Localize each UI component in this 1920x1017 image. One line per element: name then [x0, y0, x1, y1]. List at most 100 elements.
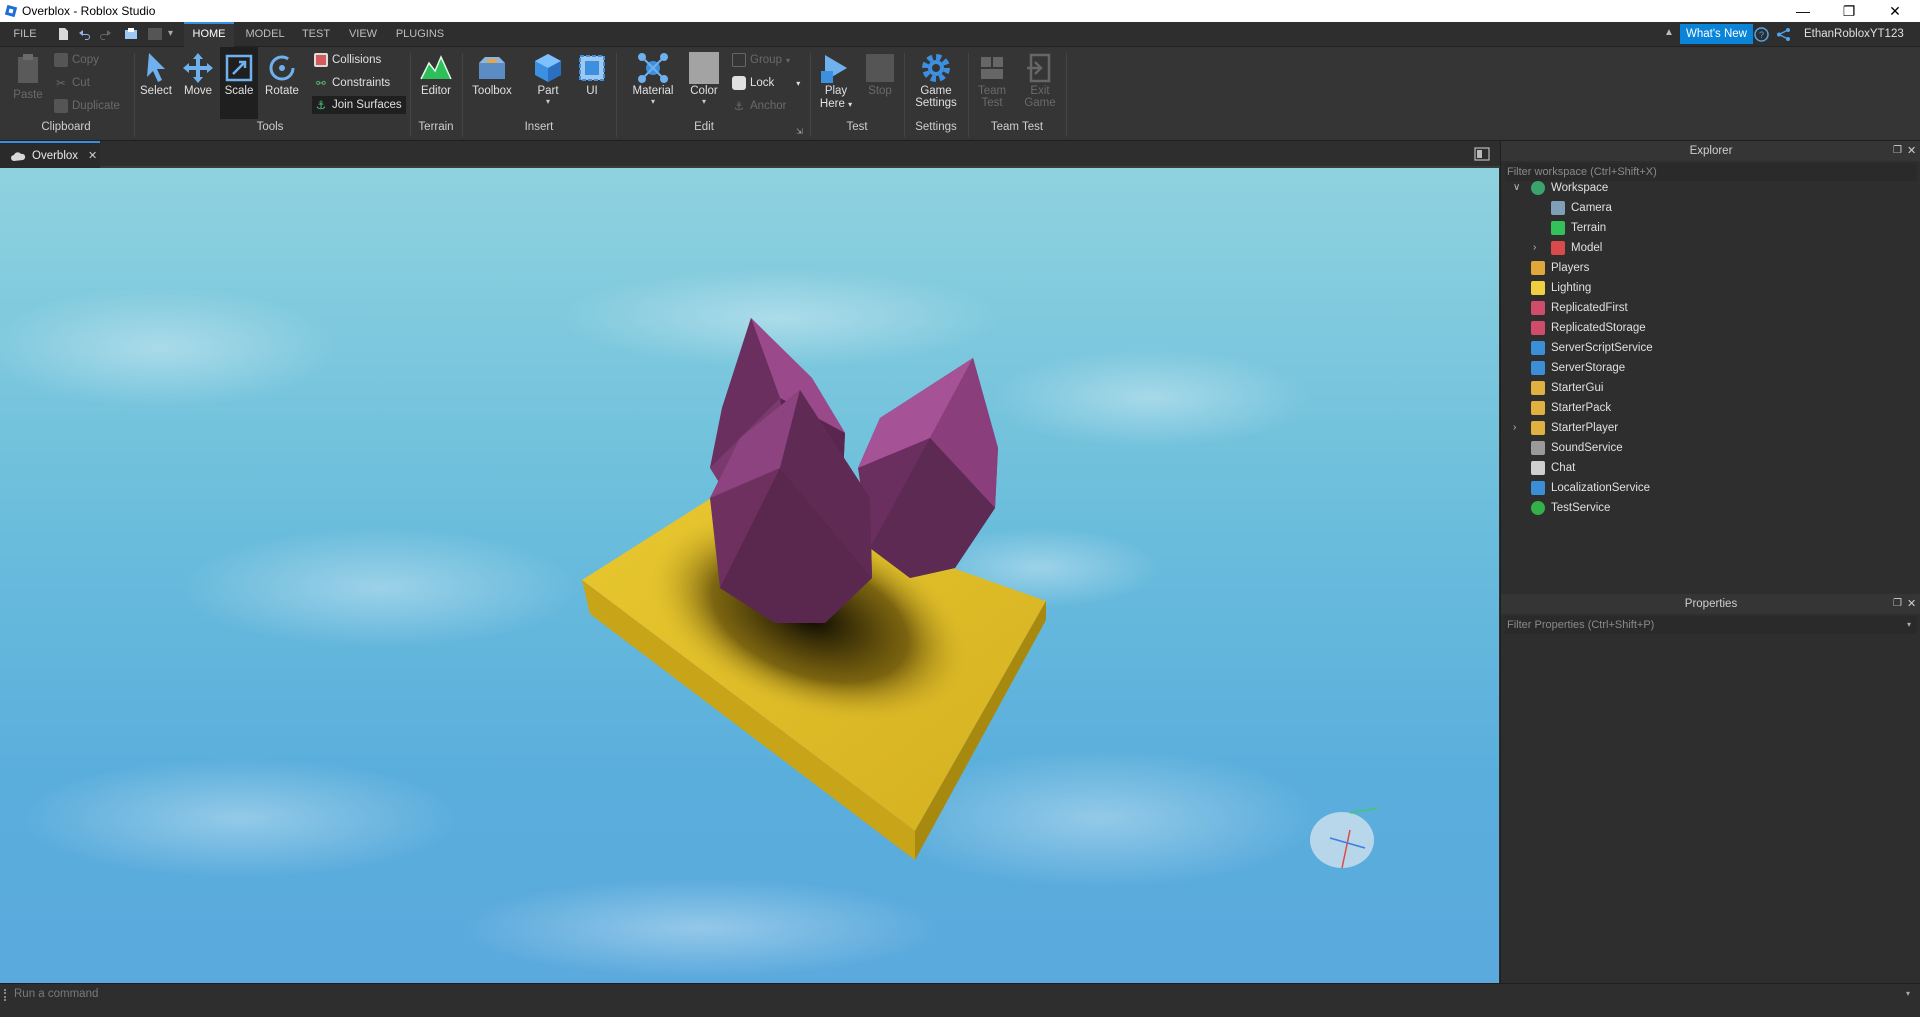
lighting-icon: [1531, 281, 1545, 295]
undo-icon[interactable]: [78, 27, 92, 41]
explorer-item-label: StarterPack: [1551, 402, 1612, 414]
color-button[interactable]: Color ▾: [684, 51, 724, 106]
explorer-close-icon[interactable]: ✕: [1907, 141, 1916, 161]
group-icon: [732, 53, 746, 67]
explorer-item-replicatedfirst[interactable]: ReplicatedFirst: [1531, 298, 1628, 318]
close-icon[interactable]: ✕: [1872, 0, 1918, 22]
exit-game-button[interactable]: Exit Game: [1018, 51, 1062, 109]
select-button[interactable]: Select: [138, 51, 174, 97]
tab-model[interactable]: MODEL: [240, 22, 290, 47]
constraints-toggle[interactable]: ⚯ Constraints: [314, 76, 390, 90]
cut-button[interactable]: ✂ Cut: [54, 76, 90, 90]
fullscreen-toggle-icon[interactable]: [1474, 147, 1490, 161]
tree-collapse-icon[interactable]: ∨: [1513, 182, 1520, 193]
duplicate-button[interactable]: Duplicate: [54, 99, 120, 113]
tab-close-icon[interactable]: ✕: [88, 149, 97, 162]
explorer-item-localizationservice[interactable]: LocalizationService: [1531, 478, 1650, 498]
copy-icon: [54, 53, 68, 67]
help-icon[interactable]: ?: [1754, 27, 1769, 42]
tree-expand-icon[interactable]: ›: [1513, 422, 1516, 433]
explorer-item-serverscriptservice[interactable]: ServerScriptService: [1531, 338, 1653, 358]
team-test-icon: [981, 57, 1003, 79]
chat-icon: [1531, 461, 1545, 475]
terrain-editor-button[interactable]: Editor: [414, 51, 458, 97]
play-dropdown-icon[interactable]: ▾: [848, 100, 852, 109]
lock-button[interactable]: Lock ▾: [732, 76, 800, 90]
scale-button[interactable]: Scale: [220, 47, 258, 119]
explorer-item-startergui[interactable]: StarterGui: [1531, 378, 1603, 398]
explorer-item-soundservice[interactable]: SoundService: [1531, 438, 1623, 458]
view-selector-cube[interactable]: [1310, 807, 1379, 869]
color-dropdown-icon[interactable]: ▾: [684, 97, 724, 106]
collisions-toggle[interactable]: Collisions: [314, 53, 381, 67]
new-file-icon[interactable]: [56, 27, 70, 41]
edit-settings-expander-icon[interactable]: ⇲: [796, 127, 803, 136]
properties-filter-dropdown-icon[interactable]: ▾: [1907, 616, 1911, 634]
command-bar[interactable]: Run a command ▾: [0, 983, 1920, 1005]
explorer-item-replicatedstorage[interactable]: ReplicatedStorage: [1531, 318, 1646, 338]
tab-overblox[interactable]: Overblox ✕: [0, 141, 100, 168]
constraints-icon: ⚯: [316, 78, 326, 90]
explorer-item-lighting[interactable]: Lighting: [1531, 278, 1591, 298]
ui-button[interactable]: UI: [572, 51, 612, 97]
lock-dropdown-icon[interactable]: ▾: [796, 79, 800, 88]
copy-button[interactable]: Copy: [54, 53, 99, 67]
edit-group-label: Edit: [694, 121, 714, 133]
command-input[interactable]: Run a command: [14, 988, 98, 1000]
part-dropdown-icon[interactable]: ▾: [526, 97, 570, 106]
team-test-button[interactable]: Team Test: [972, 51, 1012, 109]
tab-plugins[interactable]: PLUGINS: [392, 22, 448, 47]
explorer-item-players[interactable]: Players: [1531, 258, 1589, 278]
explorer-item-workspace[interactable]: Workspace: [1531, 178, 1608, 198]
move-button[interactable]: Move: [178, 51, 218, 97]
tab-test[interactable]: TEST: [296, 22, 336, 47]
explorer-item-starterplayer[interactable]: StarterPlayer: [1531, 418, 1618, 438]
share-icon[interactable]: [1776, 27, 1791, 42]
properties-float-icon[interactable]: ❐: [1893, 594, 1902, 614]
play-here-button[interactable]: Play Here ▾: [814, 51, 858, 112]
material-dropdown-icon[interactable]: ▾: [626, 97, 680, 106]
toolbox-button[interactable]: Toolbox: [466, 51, 518, 97]
quick-access-icon[interactable]: [148, 28, 162, 40]
anchor-button[interactable]: ⚓ Anchor: [732, 99, 787, 113]
explorer-item-chat[interactable]: Chat: [1531, 458, 1575, 478]
command-history-dropdown-icon[interactable]: ▾: [1906, 989, 1910, 998]
file-menu[interactable]: FILE: [8, 22, 42, 47]
minimize-icon[interactable]: —: [1780, 0, 1826, 22]
explorer-item-label: ServerStorage: [1551, 362, 1626, 374]
cloud: [460, 878, 940, 978]
tab-view[interactable]: VIEW: [343, 22, 383, 47]
redo-icon[interactable]: [98, 27, 112, 41]
stop-button[interactable]: Stop: [862, 51, 898, 97]
join-surfaces-toggle[interactable]: ⚓ Join Surfaces: [312, 96, 406, 114]
scene-render[interactable]: [0, 168, 1499, 983]
rotate-button[interactable]: Rotate: [262, 51, 302, 97]
3d-viewport[interactable]: [0, 168, 1499, 983]
publish-icon[interactable]: [124, 27, 138, 41]
tab-home[interactable]: HOME: [184, 22, 234, 47]
collapse-ribbon-icon[interactable]: ▲: [1664, 27, 1674, 38]
explorer-float-icon[interactable]: ❐: [1893, 141, 1902, 161]
game-settings-button[interactable]: Game Settings: [908, 51, 964, 109]
whats-new-button[interactable]: What's New: [1680, 24, 1753, 44]
cut-label: Cut: [72, 77, 90, 89]
explorer-item-camera[interactable]: Camera: [1551, 198, 1612, 218]
group-button[interactable]: Group ▾: [732, 53, 790, 67]
restore-icon[interactable]: ❐: [1826, 0, 1872, 22]
tree-expand-icon[interactable]: ›: [1533, 242, 1536, 253]
properties-close-icon[interactable]: ✕: [1907, 594, 1916, 614]
test-service-icon: [1531, 501, 1545, 515]
explorer-item-model[interactable]: Model: [1551, 238, 1602, 258]
properties-filter-input[interactable]: Filter Properties (Ctrl+Shift+P) ▾: [1505, 616, 1917, 634]
group-dropdown-icon[interactable]: ▾: [786, 56, 790, 65]
ribbon-separator: [462, 53, 463, 137]
customize-dropdown-icon[interactable]: ▾: [168, 28, 173, 39]
explorer-item-serverstorage[interactable]: ServerStorage: [1531, 358, 1625, 378]
explorer-item-terrain[interactable]: Terrain: [1551, 218, 1606, 238]
paste-button[interactable]: Paste: [8, 53, 48, 101]
user-name[interactable]: EthanRobloxYT123: [1804, 28, 1904, 40]
material-button[interactable]: Material ▾: [626, 51, 680, 106]
explorer-item-starterpack[interactable]: StarterPack: [1531, 398, 1611, 418]
part-button[interactable]: Part ▾: [526, 51, 570, 106]
explorer-item-testservice[interactable]: TestService: [1531, 498, 1610, 518]
